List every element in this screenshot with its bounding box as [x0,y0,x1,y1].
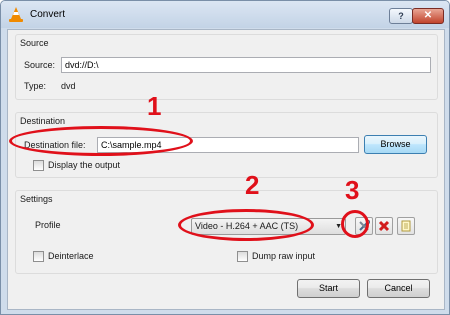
display-output-checkbox[interactable] [33,160,44,171]
new-document-icon [401,220,411,232]
convert-dialog: Convert ? ✕ Source Source: dvd://D:\ Typ… [0,0,450,315]
destination-group: Destination Destination file: C:\sample.… [15,112,438,178]
annotation-number-1: 1 [147,91,162,121]
type-label: Type: [24,81,47,91]
settings-group-title: Settings [20,194,53,204]
profile-selected-value: Video - H.264 + AAC (TS) [195,221,299,231]
display-output-label: Display the output [48,160,121,170]
red-x-icon [378,220,390,232]
help-button[interactable]: ? [389,8,413,24]
dump-raw-input-checkbox[interactable] [237,251,248,262]
deinterlace-checkbox[interactable] [33,251,44,262]
annotation-number-3: 3 [345,175,360,205]
source-group-title: Source [20,38,49,48]
start-button[interactable]: Start [297,279,360,298]
wrench-screwdriver-icon [359,220,370,231]
dialog-body: Source Source: dvd://D:\ Type: dvd Desti… [7,29,445,310]
destination-file-label: Destination file: [24,140,86,150]
cancel-button[interactable]: Cancel [367,279,430,298]
destination-file-field[interactable]: C:\sample.mp4 [97,137,359,153]
edit-profile-button[interactable] [355,217,373,235]
dump-raw-input-label: Dump raw input [252,251,316,261]
title-bar[interactable]: Convert ? ✕ [1,1,449,28]
profile-dropdown[interactable]: Video - H.264 + AAC (TS) ▼ [191,218,346,235]
window-title: Convert [30,9,66,20]
settings-group: Settings Profile Video - H.264 + AAC (TS… [15,190,438,274]
annotation-number-2: 2 [245,170,260,200]
type-value: dvd [61,81,76,91]
source-field[interactable]: dvd://D:\ [61,57,431,73]
browse-button[interactable]: Browse [364,135,427,154]
source-label: Source: [24,60,56,70]
source-group: Source Source: dvd://D:\ Type: dvd [15,34,438,100]
dropdown-arrow-icon: ▼ [335,223,342,230]
vlc-cone-icon [9,7,23,22]
profile-label: Profile [35,220,61,230]
delete-profile-button[interactable] [375,217,393,235]
close-button[interactable]: ✕ [412,8,444,24]
destination-group-title: Destination [20,116,66,126]
deinterlace-label: Deinterlace [48,251,94,261]
new-profile-button[interactable] [397,217,415,235]
